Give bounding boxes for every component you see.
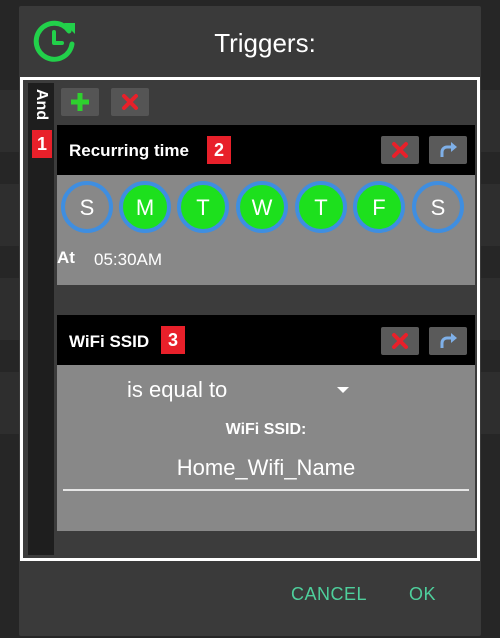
trigger-card-header: Recurring time 2: [57, 125, 475, 175]
day-toggle-sunday[interactable]: S: [61, 181, 113, 233]
remove-trigger-button[interactable]: [381, 327, 419, 355]
close-icon: [392, 142, 408, 158]
day-toggle-tuesday[interactable]: T: [177, 181, 229, 233]
ssid-input[interactable]: [63, 447, 469, 491]
cancel-button[interactable]: CANCEL: [291, 584, 367, 605]
plus-icon: [71, 93, 89, 111]
trigger-card-header: WiFi SSID 3: [57, 315, 475, 365]
day-toggle-saturday[interactable]: S: [412, 181, 464, 233]
time-label: At: [57, 248, 75, 267]
group-operator-bar[interactable]: And 1: [28, 83, 54, 555]
triggers-group: And 1 Recurring time 2 S M T W T F S At …: [20, 77, 480, 561]
day-toggle-wednesday[interactable]: W: [236, 181, 288, 233]
redo-arrow-icon: [440, 333, 457, 348]
edit-trigger-button[interactable]: [429, 136, 467, 164]
delete-group-button[interactable]: [111, 88, 149, 116]
dropdown-arrow-icon: [337, 387, 349, 393]
day-toggle-friday[interactable]: F: [353, 181, 405, 233]
close-icon: [392, 333, 408, 349]
weekday-selector: S M T W T F S: [57, 175, 475, 237]
ok-button[interactable]: OK: [409, 584, 436, 605]
dialog-title: Triggers:: [214, 28, 316, 58]
redo-arrow-icon: [440, 142, 457, 157]
ssid-field-label: WiFi SSID:: [225, 421, 307, 438]
close-icon: [122, 94, 138, 110]
comparison-operator-dropdown[interactable]: is equal to: [127, 377, 357, 407]
trigger-title: Recurring time: [69, 141, 189, 160]
comparison-operator-value: is equal to: [127, 377, 228, 402]
group-operator-label: And: [33, 89, 50, 121]
trigger-title: WiFi SSID: [69, 332, 150, 351]
add-trigger-button[interactable]: [61, 88, 99, 116]
step-badge: 2: [207, 136, 231, 164]
remove-trigger-button[interactable]: [381, 136, 419, 164]
step-badge: 1: [32, 130, 52, 158]
time-value[interactable]: 05:30AM: [94, 250, 162, 270]
edit-trigger-button[interactable]: [429, 327, 467, 355]
dialog-header: Triggers:: [19, 6, 481, 74]
step-badge: 3: [161, 326, 185, 354]
day-toggle-monday[interactable]: M: [119, 181, 171, 233]
triggers-dialog: Triggers: And 1 Recurring time 2 S M T W…: [19, 6, 481, 636]
trigger-card-wifi-ssid: WiFi SSID 3 is equal to WiFi SSID: Home_…: [57, 315, 475, 531]
day-toggle-thursday[interactable]: T: [295, 181, 347, 233]
